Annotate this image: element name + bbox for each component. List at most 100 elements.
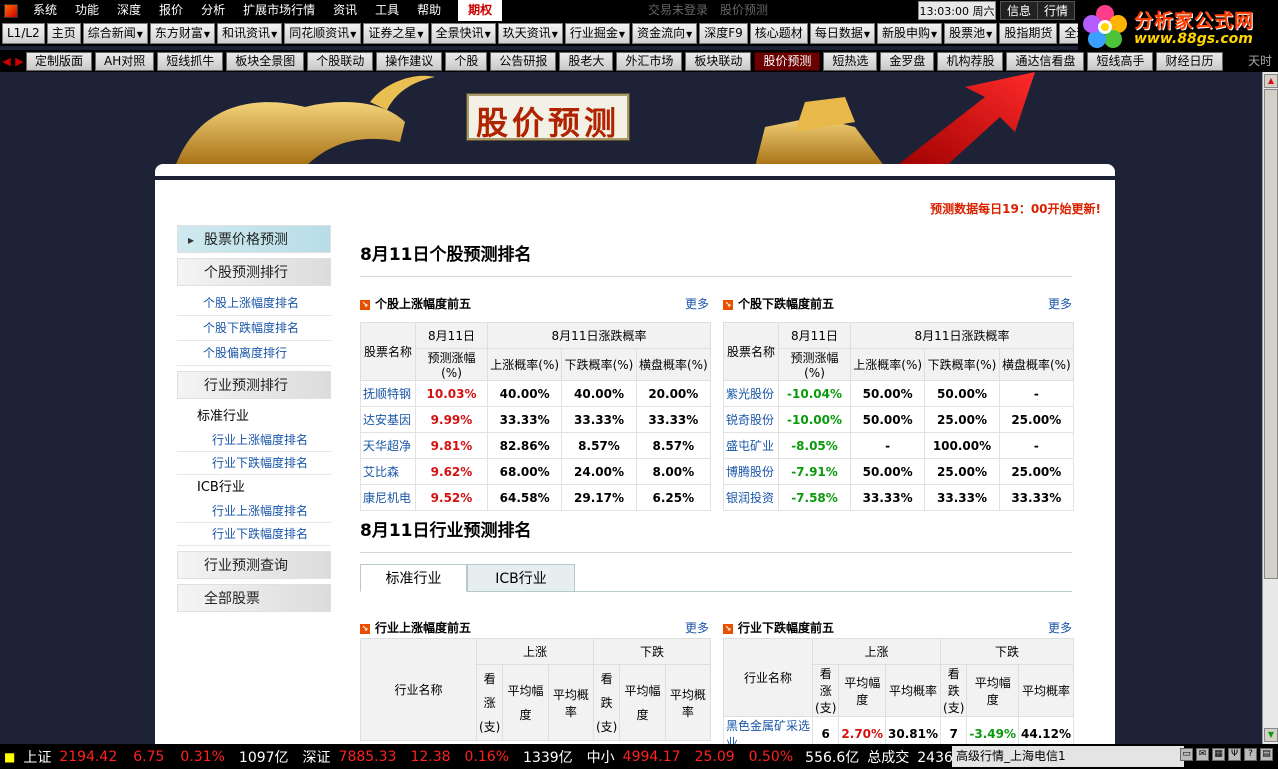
help-icon[interactable]: ?	[1244, 748, 1257, 761]
toolbar-button[interactable]: 每日数据	[809, 23, 875, 44]
stock-name-link[interactable]: 康尼机电	[360, 484, 416, 511]
stock-name-link[interactable]: 盛屯矿业	[723, 432, 779, 459]
stock-name-link[interactable]: 紫光股份	[723, 380, 779, 407]
toolbar-button[interactable]: 玖天资讯	[497, 23, 563, 44]
toolbar-button[interactable]: 深度F9	[699, 23, 748, 44]
menu-item[interactable]: 资讯	[324, 0, 366, 21]
tab-item[interactable]: 短线抓牛	[157, 51, 224, 71]
nav-icb-down-rank[interactable]: 行业下跌幅度排名	[177, 523, 331, 546]
stock-up-more-link[interactable]: 更多	[685, 295, 709, 312]
stock-name-link[interactable]: 博腾股份	[723, 458, 779, 485]
menu-item[interactable]: 报价	[150, 0, 192, 21]
nav-stock-up-rank[interactable]: 个股上涨幅度排名	[177, 291, 331, 316]
menu-item[interactable]: 系统	[24, 0, 66, 21]
toolbar-button[interactable]: 同花顺资讯	[284, 23, 362, 44]
menu-item[interactable]: 功能	[66, 0, 108, 21]
table-row[interactable]: 抚顺特钢 10.03% 40.00% 40.00% 20.00%	[360, 380, 712, 407]
table-row[interactable]: 天华超净 9.81% 82.86% 8.57% 8.57%	[360, 432, 712, 459]
table-row[interactable]: 盛屯矿业 -8.05% -100.00% -	[723, 432, 1075, 459]
window-icon[interactable]: ▭	[1180, 748, 1193, 761]
table-row[interactable]: 达安基因 9.99% 33.33% 33.33% 33.33%	[360, 406, 712, 433]
menu-item[interactable]: 扩展市场行情	[234, 0, 324, 21]
table-row[interactable]: 康尼机电 9.52% 64.58% 29.17% 6.25%	[360, 484, 712, 511]
tab-item[interactable]: 板块全景图	[226, 51, 305, 71]
tab-item[interactable]: 板块联动	[685, 51, 752, 71]
info-button[interactable]: 信息	[1000, 1, 1039, 20]
toolbar-button[interactable]: 证券之星	[363, 23, 429, 44]
tab-item[interactable]: 个股联动	[307, 51, 374, 71]
tab-item[interactable]: 金罗盘	[880, 51, 935, 71]
sh-label[interactable]: 上证	[23, 747, 51, 767]
quote-button[interactable]: 行情	[1037, 1, 1076, 20]
nav-stock-forecast[interactable]: 股票价格预测	[177, 225, 331, 254]
sz-label[interactable]: 深证	[303, 747, 331, 767]
tab-item[interactable]: 外汇市场	[616, 51, 683, 71]
industry-up-more-link[interactable]: 更多	[685, 619, 709, 636]
tab-tail[interactable]: 天时	[1248, 50, 1272, 72]
arrow-right-icon[interactable]: ▶	[15, 55, 23, 68]
stock-name-link[interactable]: 抚顺特钢	[360, 380, 416, 407]
menu-item-options[interactable]: 期权	[458, 0, 503, 21]
stock-name-link[interactable]: 锐奇股份	[723, 406, 779, 433]
toolbar-button[interactable]: 全景快讯	[430, 23, 496, 44]
toolbar-button[interactable]: 东方财富	[149, 23, 216, 44]
tab-item[interactable]: 机构荐股	[937, 51, 1004, 71]
tab-item[interactable]: 短线高手	[1087, 51, 1154, 71]
menu-item[interactable]: 分析	[192, 0, 234, 21]
stock-name-link[interactable]: 天华超净	[360, 432, 416, 459]
table-row[interactable]: 博腾股份 -7.91% 50.00% 25.00% 25.00%	[723, 458, 1075, 485]
menu-item[interactable]: 深度	[108, 0, 150, 21]
toolbar-button[interactable]: 综合新闻	[82, 23, 148, 44]
toolbar-button[interactable]: L1/L2	[2, 23, 45, 44]
table-row[interactable]: 锐奇股份 -10.00% 50.00% 25.00% 25.00%	[723, 406, 1075, 433]
scroll-thumb[interactable]	[1264, 89, 1278, 579]
mail-icon[interactable]: ✉	[1196, 748, 1209, 761]
menu-item[interactable]: 工具	[366, 0, 408, 21]
nav-stock-rank[interactable]: 个股预测排行	[177, 258, 331, 286]
industry-name-link[interactable]: 黑色金属矿采选业	[722, 716, 814, 744]
nav-industry-rank[interactable]: 行业预测排行	[177, 371, 331, 399]
tab-item[interactable]: 股老大	[559, 51, 614, 71]
more-icon[interactable]: ▤	[1260, 748, 1273, 761]
industry-down-more-link[interactable]: 更多	[1048, 619, 1072, 636]
scroll-up-icon[interactable]: ▲	[1264, 74, 1278, 88]
tab-item[interactable]: 操作建议	[376, 51, 443, 71]
tab-standard-industry[interactable]: 标准行业	[360, 564, 467, 592]
toolbar-button[interactable]: 和讯资讯	[217, 23, 283, 44]
arrow-left-icon[interactable]: ◀	[2, 55, 10, 68]
table-row[interactable]: 黑色金属矿采选业 6 2.70% 30.81% 7 -3.49% 44.12%	[722, 716, 1074, 744]
nav-stock-deviation-rank[interactable]: 个股偏离度排行	[177, 341, 331, 366]
scroll-down-icon[interactable]: ▼	[1264, 728, 1278, 742]
stock-name-link[interactable]: 银润投资	[723, 484, 779, 511]
tab-icb-industry[interactable]: ICB行业	[467, 564, 575, 592]
tab-item[interactable]: 定制版面	[26, 51, 93, 71]
vertical-scrollbar[interactable]: ▲ ▼	[1262, 72, 1278, 744]
tab-scroll-arrows[interactable]: ◀ ▶	[0, 55, 26, 68]
zx-label[interactable]: 中小	[587, 747, 615, 767]
table-row[interactable]: 紫光股份 -10.04% 50.00% 50.00% -	[723, 380, 1075, 407]
nav-all-stocks[interactable]: 全部股票	[177, 584, 331, 612]
tab-item[interactable]: 短热选	[823, 51, 878, 71]
nav-std-down-rank[interactable]: 行业下跌幅度排名	[177, 452, 331, 475]
table-row[interactable]: 银润投资 -7.58% 33.33% 33.33% 33.33%	[723, 484, 1075, 511]
toolbar-button[interactable]: 股指期货	[999, 23, 1058, 44]
tab-item[interactable]: 股价预测	[754, 51, 821, 71]
toolbar-button[interactable]: 新股申购	[876, 23, 943, 44]
grid-icon[interactable]: ▦	[1212, 748, 1225, 761]
table-row[interactable]: 艾比森 9.62% 68.00% 24.00% 8.00%	[360, 458, 712, 485]
tab-item[interactable]: 财经日历	[1156, 51, 1223, 71]
stock-down-more-link[interactable]: 更多	[1048, 295, 1072, 312]
tab-item[interactable]: 通达信看盘	[1006, 51, 1085, 71]
menu-item[interactable]: 帮助	[408, 0, 450, 21]
nav-std-up-rank[interactable]: 行业上涨幅度排名	[177, 429, 331, 452]
tab-item[interactable]: 个股	[445, 51, 488, 71]
tab-item[interactable]: 公告研报	[490, 51, 557, 71]
app-logo-icon[interactable]	[4, 3, 18, 18]
stock-name-link[interactable]: 艾比森	[360, 458, 416, 485]
toolbar-button[interactable]: 主页	[46, 23, 81, 44]
toolbar-button[interactable]: 股票池	[944, 23, 998, 44]
nav-stock-down-rank[interactable]: 个股下跌幅度排名	[177, 316, 331, 341]
stock-name-link[interactable]: 达安基因	[360, 406, 416, 433]
toolbar-button[interactable]: 资金流向	[632, 23, 698, 44]
signal-icon[interactable]: Ψ	[1228, 748, 1241, 761]
